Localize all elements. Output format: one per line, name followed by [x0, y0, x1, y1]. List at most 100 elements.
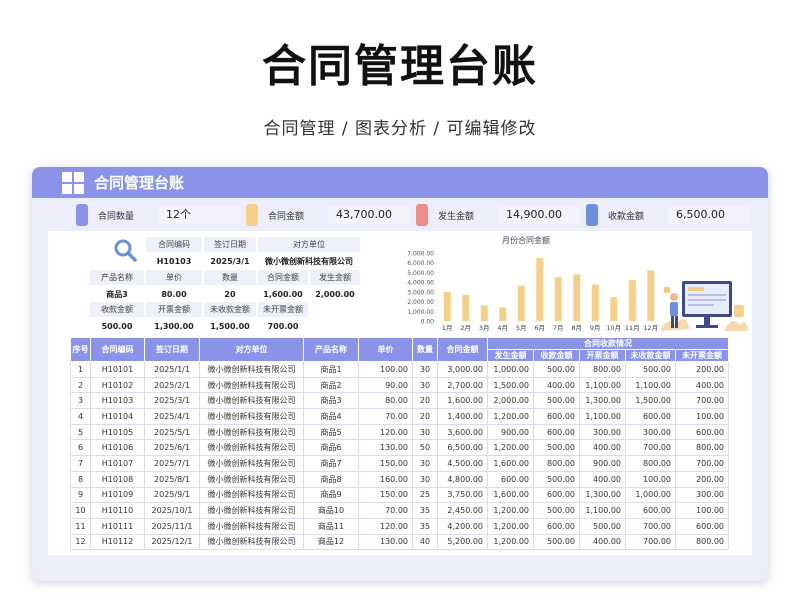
table-cell[interactable]: 70.00 — [358, 408, 413, 425]
table-row[interactable]: 5 H10105 2025/5/1 微小微创新科技有限公司 商品5 120.00 30 3,6… — [70, 423, 730, 441]
table-cell[interactable]: 600.00 — [625, 502, 676, 519]
table-cell[interactable]: 商品12 — [303, 533, 359, 551]
table-cell[interactable]: 600.00 — [674, 423, 730, 441]
table-cell[interactable]: 2,450.00 — [437, 502, 488, 519]
table-cell[interactable]: 5 — [70, 423, 91, 441]
table-cell[interactable]: 10 — [70, 502, 91, 519]
table-cell[interactable]: 500.00 — [533, 439, 580, 457]
table-cell[interactable]: 1,100.00 — [625, 376, 676, 394]
table-cell[interactable]: 3,750.00 — [437, 486, 488, 504]
table-cell[interactable]: 4,500.00 — [437, 455, 488, 472]
table-cell[interactable]: 12 — [70, 533, 91, 551]
table-cell[interactable]: 6 — [70, 439, 91, 457]
table-cell[interactable]: 7 — [70, 455, 91, 472]
table-cell[interactable]: 20 — [412, 408, 438, 425]
table-cell[interactable]: 800.00 — [625, 455, 676, 472]
table-cell[interactable]: 微小微创新科技有限公司 — [199, 376, 304, 394]
table-cell[interactable]: 4 — [70, 408, 91, 425]
table-cell[interactable]: H10101 — [90, 361, 145, 378]
table-cell[interactable]: 300.00 — [625, 423, 676, 441]
table-cell[interactable]: 300.00 — [674, 486, 730, 504]
table-cell[interactable]: 微小微创新科技有限公司 — [199, 486, 304, 504]
table-cell[interactable]: 2025/8/1 — [144, 470, 200, 488]
table-cell[interactable]: 700.00 — [674, 392, 730, 410]
table-cell[interactable]: 1,500.00 — [487, 376, 534, 394]
table-row[interactable]: 7 H10107 2025/7/1 微小微创新科技有限公司 商品7 150.00 30 4,5… — [70, 455, 730, 472]
table-cell[interactable]: 30 — [412, 423, 438, 441]
table-cell[interactable]: 8 — [70, 470, 91, 488]
table-cell[interactable]: 微小微创新科技有限公司 — [199, 392, 304, 410]
table-cell[interactable]: 微小微创新科技有限公司 — [199, 423, 304, 441]
table-cell[interactable]: 1,200.00 — [487, 517, 534, 535]
table-cell[interactable]: 500.00 — [579, 517, 626, 535]
table-cell[interactable]: 微小微创新科技有限公司 — [199, 455, 304, 472]
table-cell[interactable]: 700.00 — [674, 455, 730, 472]
table-cell[interactable]: 2025/11/1 — [144, 517, 200, 535]
table-cell[interactable]: 1,200.00 — [487, 408, 534, 425]
table-cell[interactable]: 商品5 — [303, 423, 359, 441]
table-cell[interactable]: 4,200.00 — [437, 517, 488, 535]
table-cell[interactable]: 9 — [70, 486, 91, 504]
table-cell[interactable]: 400.00 — [579, 533, 626, 551]
table-cell[interactable]: 120.00 — [358, 423, 413, 441]
table-cell[interactable]: 90.00 — [358, 376, 413, 394]
table-cell[interactable]: 800.00 — [674, 533, 730, 551]
table-cell[interactable]: 150.00 — [358, 455, 413, 472]
table-cell[interactable]: 商品2 — [303, 376, 359, 394]
table-cell[interactable]: H10103 — [90, 392, 145, 410]
table-cell[interactable]: 20 — [412, 392, 438, 410]
table-cell[interactable]: 商品3 — [303, 392, 359, 410]
table-cell[interactable]: 600.00 — [487, 470, 534, 488]
table-cell[interactable]: H10109 — [90, 486, 145, 504]
table-cell[interactable]: 微小微创新科技有限公司 — [199, 502, 304, 519]
table-cell[interactable]: 500.00 — [533, 361, 580, 378]
table-cell[interactable]: 1,000.00 — [625, 486, 676, 504]
table-cell[interactable]: H10112 — [90, 533, 145, 551]
table-row[interactable]: 10 H10110 2025/10/1 微小微创新科技有限公司 商品10 70.00 35 2… — [70, 502, 730, 519]
table-row[interactable]: 2 H10102 2025/2/1 微小微创新科技有限公司 商品2 90.00 30 2,70… — [70, 376, 730, 394]
table-cell[interactable]: 30 — [412, 470, 438, 488]
table-cell[interactable]: 6,500.00 — [437, 439, 488, 457]
table-cell[interactable]: 2025/9/1 — [144, 486, 200, 504]
table-cell[interactable]: 1,600.00 — [437, 392, 488, 410]
table-cell[interactable]: 2,700.00 — [437, 376, 488, 394]
table-cell[interactable]: 50 — [412, 439, 438, 457]
table-cell[interactable]: 2025/5/1 — [144, 423, 200, 441]
table-cell[interactable]: 500.00 — [533, 470, 580, 488]
table-cell[interactable]: 2025/12/1 — [144, 533, 200, 551]
table-cell[interactable]: 30 — [412, 455, 438, 472]
table-cell[interactable]: 500.00 — [533, 502, 580, 519]
table-row[interactable]: 6 H10106 2025/6/1 微小微创新科技有限公司 商品6 130.00 50 6,5… — [70, 439, 730, 457]
search-icon[interactable] — [112, 237, 138, 263]
table-cell[interactable]: 300.00 — [579, 423, 626, 441]
table-cell[interactable]: 商品11 — [303, 517, 359, 535]
table-cell[interactable]: 400.00 — [579, 439, 626, 457]
table-cell[interactable]: 1,400.00 — [437, 408, 488, 425]
lookup-code-input[interactable]: H10103 — [146, 254, 202, 269]
table-cell[interactable]: 160.00 — [358, 470, 413, 488]
table-cell[interactable]: 600.00 — [533, 486, 580, 504]
table-cell[interactable]: 130.00 — [358, 533, 413, 551]
table-cell[interactable]: 100.00 — [674, 502, 730, 519]
table-cell[interactable]: H10102 — [90, 376, 145, 394]
table-cell[interactable]: 微小微创新科技有限公司 — [199, 533, 304, 551]
table-cell[interactable]: 100.00 — [625, 470, 676, 488]
table-cell[interactable]: 400.00 — [674, 376, 730, 394]
table-cell[interactable]: 1,100.00 — [579, 376, 626, 394]
table-cell[interactable]: 25 — [412, 486, 438, 504]
table-cell[interactable]: 2025/7/1 — [144, 455, 200, 472]
table-cell[interactable]: 600.00 — [625, 408, 676, 425]
table-cell[interactable]: 1,500.00 — [625, 392, 676, 410]
table-cell[interactable]: 120.00 — [358, 517, 413, 535]
table-cell[interactable]: 900.00 — [487, 423, 534, 441]
table-cell[interactable]: 600.00 — [533, 423, 580, 441]
table-cell[interactable]: 微小微创新科技有限公司 — [199, 408, 304, 425]
table-cell[interactable]: 微小微创新科技有限公司 — [199, 517, 304, 535]
table-cell[interactable]: 700.00 — [625, 517, 676, 535]
table-cell[interactable]: 商品9 — [303, 486, 359, 504]
table-cell[interactable]: 1,100.00 — [579, 408, 626, 425]
table-cell[interactable]: 80.00 — [358, 392, 413, 410]
table-cell[interactable]: 40 — [412, 533, 438, 551]
table-cell[interactable]: 500.00 — [533, 533, 580, 551]
table-cell[interactable]: 商品8 — [303, 470, 359, 488]
